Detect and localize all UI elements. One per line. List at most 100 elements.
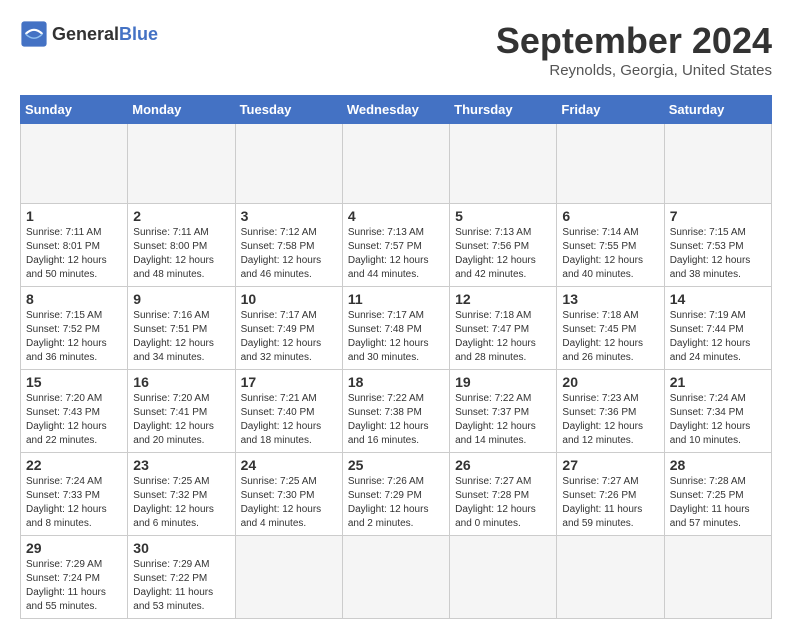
- day-number: 16: [133, 374, 229, 390]
- calendar-cell-2-6: 14Sunrise: 7:19 AMSunset: 7:44 PMDayligh…: [664, 287, 771, 370]
- day-number: 19: [455, 374, 551, 390]
- col-wednesday: Wednesday: [342, 96, 449, 124]
- month-title: September 2024: [496, 20, 772, 62]
- day-number: 29: [26, 540, 122, 556]
- col-monday: Monday: [128, 96, 235, 124]
- calendar-cell-3-5: 20 Sunrise: 7:23 AMSunset: 7:36 PMDayligh…: [557, 370, 664, 453]
- calendar-cell-1-6: 7 Sunrise: 7:15 AMSunset: 7:53 PMDaylight…: [664, 204, 771, 287]
- day-number: 20: [562, 374, 658, 390]
- calendar-cell-1-1: 2Sunrise: 7:11 AMSunset: 8:00 PMDaylight…: [128, 204, 235, 287]
- calendar-cell-2-1: 9Sunrise: 7:16 AMSunset: 7:51 PMDaylight…: [128, 287, 235, 370]
- col-friday: Friday: [557, 96, 664, 124]
- calendar-cell-0-2: [235, 124, 342, 204]
- day-info: Sunrise: 7:22 AMSunset: 7:38 PMDaylight:…: [348, 392, 444, 448]
- day-info: Sunrise: 7:11 AMSunset: 8:00 PMDaylight:…: [133, 226, 229, 282]
- calendar-cell-5-1: 30 Sunrise: 7:29 AMSunset: 7:22 PMDayligh…: [128, 536, 235, 619]
- day-info: Sunrise: 7:24 AMSunset: 7:34 PMDaylight:…: [670, 392, 766, 448]
- day-number: 24: [241, 457, 337, 473]
- calendar-cell-5-4: [450, 536, 557, 619]
- day-number: 21: [670, 374, 766, 390]
- col-tuesday: Tuesday: [235, 96, 342, 124]
- logo-blue: Blue: [119, 24, 158, 44]
- logo-general: General: [52, 24, 119, 44]
- calendar-cell-5-3: [342, 536, 449, 619]
- day-info: Sunrise: 7:24 AMSunset: 7:33 PMDaylight:…: [26, 475, 122, 531]
- day-info: Sunrise: 7:20 AMSunset: 7:41 PMDaylight:…: [133, 392, 229, 448]
- day-info: Sunrise: 7:18 AMSunset: 7:47 PMDaylight:…: [455, 309, 551, 365]
- day-number: 4: [348, 208, 444, 224]
- day-info: Sunrise: 7:23 AMSunset: 7:36 PMDaylight:…: [562, 392, 658, 448]
- calendar-cell-1-3: 4 Sunrise: 7:13 AMSunset: 7:57 PMDaylight…: [342, 204, 449, 287]
- day-number: 25: [348, 457, 444, 473]
- calendar-cell-0-5: [557, 124, 664, 204]
- day-number: 27: [562, 457, 658, 473]
- calendar-cell-1-5: 6Sunrise: 7:14 AMSunset: 7:55 PMDaylight…: [557, 204, 664, 287]
- calendar-cell-3-4: 19 Sunrise: 7:22 AMSunset: 7:37 PMDayligh…: [450, 370, 557, 453]
- calendar-week-2: 8Sunrise: 7:15 AMSunset: 7:52 PMDaylight…: [21, 287, 772, 370]
- calendar-cell-0-3: [342, 124, 449, 204]
- day-number: 15: [26, 374, 122, 390]
- calendar-cell-2-0: 8Sunrise: 7:15 AMSunset: 7:52 PMDaylight…: [21, 287, 128, 370]
- day-info: Sunrise: 7:21 AMSunset: 7:40 PMDaylight:…: [241, 392, 337, 448]
- calendar-cell-5-2: [235, 536, 342, 619]
- day-info: Sunrise: 7:17 AMSunset: 7:48 PMDaylight:…: [348, 309, 444, 365]
- calendar-cell-5-6: [664, 536, 771, 619]
- day-info: Sunrise: 7:27 AMSunset: 7:26 PMDaylight:…: [562, 475, 658, 531]
- day-number: 6: [562, 208, 658, 224]
- calendar-cell-1-4: 5Sunrise: 7:13 AMSunset: 7:56 PMDaylight…: [450, 204, 557, 287]
- calendar-cell-0-4: [450, 124, 557, 204]
- logo: GeneralBlue: [20, 20, 158, 48]
- calendar-cell-5-0: 29 Sunrise: 7:29 AMSunset: 7:24 PMDayligh…: [21, 536, 128, 619]
- day-info: Sunrise: 7:18 AMSunset: 7:45 PMDaylight:…: [562, 309, 658, 365]
- day-info: Sunrise: 7:13 AMSunset: 7:57 PMDaylight:…: [348, 226, 444, 282]
- day-number: 5: [455, 208, 551, 224]
- day-number: 26: [455, 457, 551, 473]
- day-number: 28: [670, 457, 766, 473]
- day-info: Sunrise: 7:20 AMSunset: 7:43 PMDaylight:…: [26, 392, 122, 448]
- day-number: 13: [562, 291, 658, 307]
- calendar-cell-1-2: 3 Sunrise: 7:12 AMSunset: 7:58 PMDaylight…: [235, 204, 342, 287]
- day-number: 10: [241, 291, 337, 307]
- calendar-table: Sunday Monday Tuesday Wednesday Thursday…: [20, 95, 772, 619]
- day-number: 3: [241, 208, 337, 224]
- calendar-cell-4-6: 28 Sunrise: 7:28 AMSunset: 7:25 PMDayligh…: [664, 453, 771, 536]
- calendar-cell-2-2: 10 Sunrise: 7:17 AMSunset: 7:49 PMDayligh…: [235, 287, 342, 370]
- header-row: Sunday Monday Tuesday Wednesday Thursday…: [21, 96, 772, 124]
- calendar-cell-4-3: 25 Sunrise: 7:26 AMSunset: 7:29 PMDayligh…: [342, 453, 449, 536]
- calendar-cell-3-3: 18Sunrise: 7:22 AMSunset: 7:38 PMDayligh…: [342, 370, 449, 453]
- day-number: 1: [26, 208, 122, 224]
- calendar-week-1: 1 Sunrise: 7:11 AMSunset: 8:01 PMDaylight…: [21, 204, 772, 287]
- calendar-cell-5-5: [557, 536, 664, 619]
- day-info: Sunrise: 7:15 AMSunset: 7:53 PMDaylight:…: [670, 226, 766, 282]
- calendar-cell-4-5: 27 Sunrise: 7:27 AMSunset: 7:26 PMDayligh…: [557, 453, 664, 536]
- day-info: Sunrise: 7:22 AMSunset: 7:37 PMDaylight:…: [455, 392, 551, 448]
- calendar-cell-2-4: 12Sunrise: 7:18 AMSunset: 7:47 PMDayligh…: [450, 287, 557, 370]
- day-info: Sunrise: 7:19 AMSunset: 7:44 PMDaylight:…: [670, 309, 766, 365]
- calendar-week-3: 15 Sunrise: 7:20 AMSunset: 7:43 PMDayligh…: [21, 370, 772, 453]
- day-number: 22: [26, 457, 122, 473]
- day-number: 7: [670, 208, 766, 224]
- day-info: Sunrise: 7:17 AMSunset: 7:49 PMDaylight:…: [241, 309, 337, 365]
- day-info: Sunrise: 7:11 AMSunset: 8:01 PMDaylight:…: [26, 226, 122, 282]
- day-number: 9: [133, 291, 229, 307]
- col-thursday: Thursday: [450, 96, 557, 124]
- day-info: Sunrise: 7:29 AMSunset: 7:24 PMDaylight:…: [26, 558, 122, 614]
- day-number: 23: [133, 457, 229, 473]
- day-info: Sunrise: 7:29 AMSunset: 7:22 PMDaylight:…: [133, 558, 229, 614]
- calendar-cell-4-4: 26Sunrise: 7:27 AMSunset: 7:28 PMDayligh…: [450, 453, 557, 536]
- day-info: Sunrise: 7:12 AMSunset: 7:58 PMDaylight:…: [241, 226, 337, 282]
- calendar-week-5: 29 Sunrise: 7:29 AMSunset: 7:24 PMDayligh…: [21, 536, 772, 619]
- calendar-cell-2-3: 11Sunrise: 7:17 AMSunset: 7:48 PMDayligh…: [342, 287, 449, 370]
- location-title: Reynolds, Georgia, United States: [496, 62, 772, 79]
- day-info: Sunrise: 7:26 AMSunset: 7:29 PMDaylight:…: [348, 475, 444, 531]
- calendar-cell-4-1: 23 Sunrise: 7:25 AMSunset: 7:32 PMDayligh…: [128, 453, 235, 536]
- day-number: 30: [133, 540, 229, 556]
- day-info: Sunrise: 7:28 AMSunset: 7:25 PMDaylight:…: [670, 475, 766, 531]
- calendar-cell-4-0: 22 Sunrise: 7:24 AMSunset: 7:33 PMDayligh…: [21, 453, 128, 536]
- day-info: Sunrise: 7:25 AMSunset: 7:32 PMDaylight:…: [133, 475, 229, 531]
- calendar-week-0: [21, 124, 772, 204]
- calendar-cell-3-1: 16 Sunrise: 7:20 AMSunset: 7:41 PMDayligh…: [128, 370, 235, 453]
- day-info: Sunrise: 7:25 AMSunset: 7:30 PMDaylight:…: [241, 475, 337, 531]
- calendar-cell-3-6: 21 Sunrise: 7:24 AMSunset: 7:34 PMDayligh…: [664, 370, 771, 453]
- logo-icon: [20, 20, 48, 48]
